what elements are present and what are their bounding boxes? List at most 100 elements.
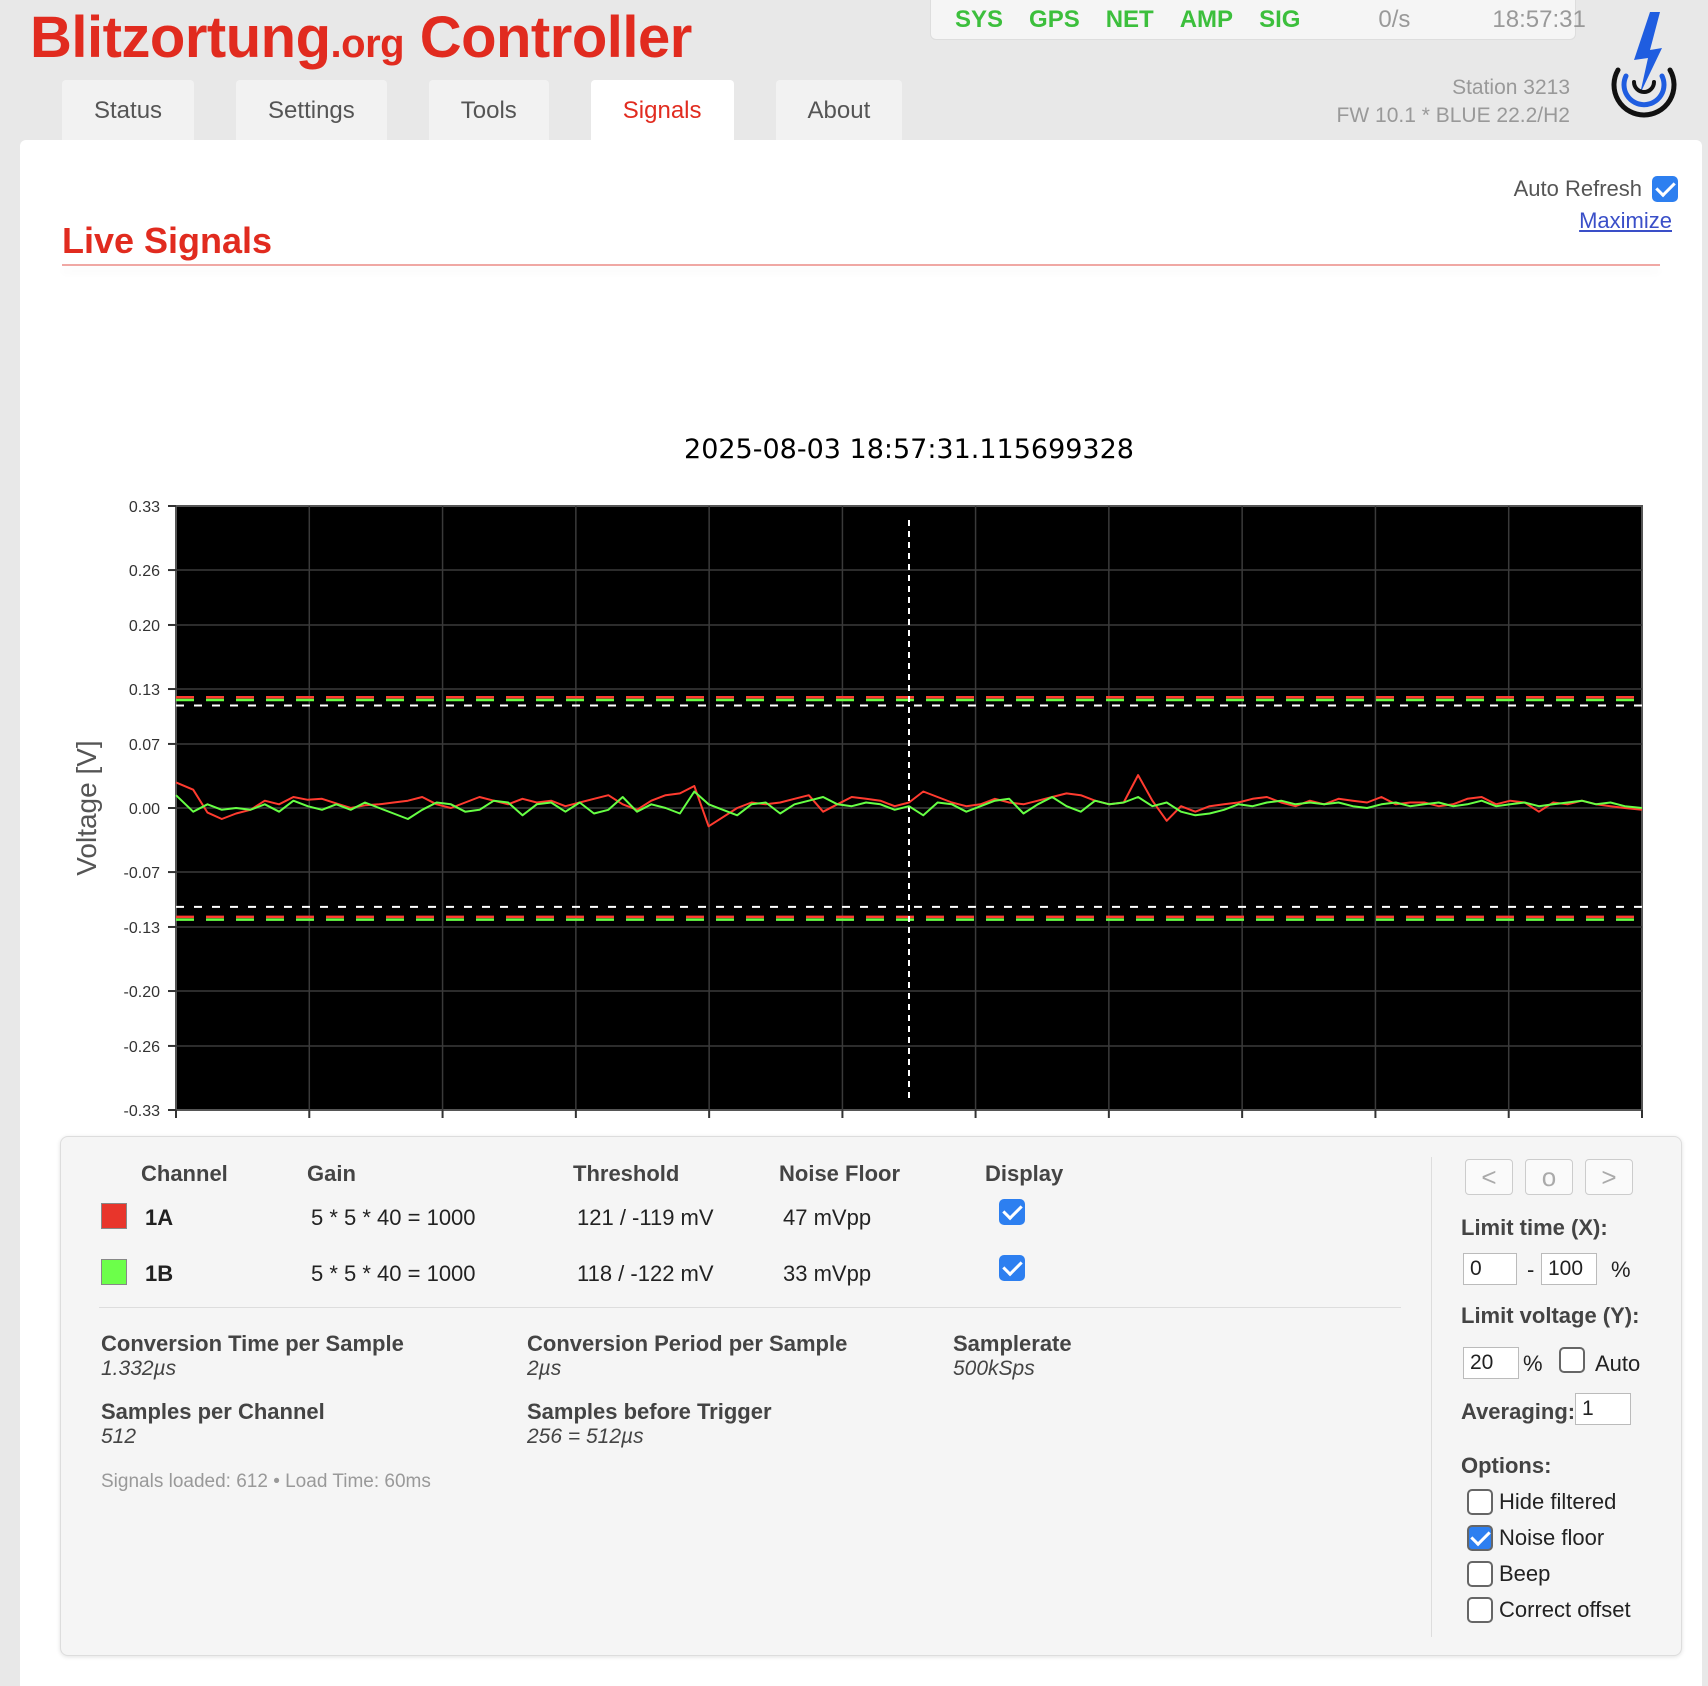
- tab-signals[interactable]: Signals: [590, 80, 734, 142]
- channel-1a-threshold: 121 / -119 mV: [577, 1205, 714, 1230]
- conv-period-label: Conversion Period per Sample: [527, 1331, 848, 1356]
- firmware-version: FW 10.1 * BLUE 22.2/H2: [1336, 104, 1570, 127]
- col-header-channel: Channel: [141, 1161, 228, 1186]
- samples-channel-label: Samples per Channel: [101, 1399, 325, 1424]
- next-signal-button[interactable]: >: [1585, 1159, 1633, 1195]
- conv-period-value: 2µs: [527, 1357, 562, 1380]
- brand-org: .org: [330, 22, 405, 66]
- y-tick-label: 0.07: [129, 737, 160, 754]
- y-tick-label: -0.33: [124, 1103, 161, 1120]
- channel-1b-gain: 5 * 5 * 40 = 1000: [311, 1261, 476, 1286]
- col-header-gain: Gain: [307, 1161, 356, 1186]
- tab-about[interactable]: About: [775, 80, 903, 142]
- tab-settings[interactable]: Settings: [236, 80, 387, 142]
- section-title: Live Signals: [62, 220, 273, 261]
- limit-time-label: Limit time (X):: [1461, 1215, 1608, 1240]
- beep-label: Beep: [1499, 1561, 1551, 1586]
- auto-voltage-checkbox[interactable]: [1559, 1347, 1585, 1373]
- maximize-link[interactable]: Maximize: [1579, 208, 1672, 234]
- noise-floor-checkbox[interactable]: [1467, 1525, 1493, 1551]
- option-correct-offset[interactable]: Correct offset: [1467, 1597, 1631, 1623]
- averaging-input[interactable]: [1575, 1393, 1631, 1425]
- status-bar: SYS GPS NET AMP SIG 0/s 18:57:31: [930, 0, 1586, 40]
- indicator-net: NET: [1105, 5, 1154, 33]
- option-beep[interactable]: Beep: [1467, 1561, 1550, 1587]
- section-divider: [62, 264, 1660, 266]
- main-tabs: Status Settings Tools Signals About: [62, 80, 944, 142]
- station-info: Station 3213 FW 10.1 * BLUE 22.2/H2: [1337, 74, 1570, 130]
- chart-title: 2025-08-03 18:57:31.115699328: [684, 434, 1134, 465]
- channel-1b-swatch: [101, 1259, 127, 1285]
- auto-refresh-label: Auto Refresh: [1513, 176, 1642, 201]
- y-tick-label: -0.20: [124, 984, 161, 1001]
- limit-time-dash: -: [1527, 1257, 1535, 1282]
- channel-card: Channel Gain Threshold Noise Floor Displ…: [60, 1136, 1682, 1656]
- auto-refresh-checkbox[interactable]: [1652, 176, 1678, 202]
- indicator-amp: AMP: [1179, 5, 1234, 33]
- load-footnote: Signals loaded: 612 • Load Time: 60ms: [101, 1471, 431, 1492]
- samplerate-label: Samplerate: [953, 1331, 1072, 1356]
- table-divider: [99, 1307, 1401, 1308]
- col-header-display: Display: [985, 1161, 1064, 1186]
- y-tick-label: 0.13: [129, 682, 160, 699]
- limit-voltage-input[interactable]: [1463, 1347, 1519, 1379]
- y-tick-label: -0.13: [124, 920, 161, 937]
- noise-floor-label: Noise floor: [1499, 1525, 1605, 1550]
- conv-time-value: 1.332µs: [101, 1357, 177, 1380]
- signal-rate: 0/s: [1378, 5, 1411, 33]
- col-header-noise-floor: Noise Floor: [779, 1161, 901, 1186]
- brand-main: Blitzortung: [30, 5, 331, 70]
- clock: 18:57:31: [1492, 5, 1586, 33]
- y-tick-label: 0.26: [129, 563, 160, 580]
- signal-chart-svg: 2025-08-03 18:57:31.115699328-512.0-418.…: [71, 434, 1662, 1204]
- y-axis-label: Voltage [V]: [71, 740, 102, 875]
- channel-1a-display-checkbox[interactable]: [999, 1199, 1025, 1225]
- channel-1b-threshold: 118 / -122 mV: [577, 1261, 714, 1286]
- auto-refresh: Auto Refresh: [1514, 176, 1678, 202]
- limit-voltage-label: Limit voltage (Y):: [1461, 1303, 1640, 1328]
- y-tick-label: -0.26: [124, 1039, 161, 1056]
- channel-1a-name: 1A: [145, 1205, 174, 1230]
- tab-status[interactable]: Status: [62, 80, 195, 142]
- indicator-gps: GPS: [1029, 5, 1080, 33]
- controls-divider: [1431, 1157, 1432, 1637]
- limit-time-unit: %: [1611, 1257, 1631, 1282]
- tab-tools[interactable]: Tools: [428, 80, 549, 142]
- averaging-label: Averaging:: [1461, 1399, 1576, 1424]
- samples-channel-value: 512: [101, 1425, 137, 1448]
- samples-trigger-value: 256 = 512µs: [527, 1425, 644, 1448]
- brand-title: Blitzortung.org Controller: [30, 4, 692, 71]
- limit-time-from-input[interactable]: [1463, 1253, 1517, 1285]
- channel-1b-name: 1B: [145, 1261, 174, 1286]
- options-label: Options:: [1461, 1453, 1552, 1478]
- y-tick-label: -0.07: [124, 865, 161, 882]
- hide-filtered-checkbox[interactable]: [1467, 1489, 1493, 1515]
- indicator-sig: SIG: [1259, 5, 1301, 33]
- channel-1a-noise: 47 mVpp: [783, 1205, 872, 1230]
- prev-signal-button[interactable]: <: [1465, 1159, 1513, 1195]
- limit-voltage-unit: %: [1523, 1351, 1543, 1376]
- brand-tail: Controller: [404, 5, 693, 70]
- indicator-sys: SYS: [955, 5, 1004, 33]
- samplerate-value: 500kSps: [953, 1357, 1035, 1380]
- reset-signal-button[interactable]: o: [1525, 1159, 1573, 1195]
- correct-offset-checkbox[interactable]: [1467, 1597, 1493, 1623]
- signal-chart: 2025-08-03 18:57:31.115699328-512.0-418.…: [20, 300, 1702, 1204]
- beep-checkbox[interactable]: [1467, 1561, 1493, 1587]
- y-tick-label: 0.00: [129, 801, 160, 818]
- conv-time-label: Conversion Time per Sample: [101, 1331, 404, 1356]
- y-tick-label: 0.20: [129, 618, 160, 635]
- channel-1b-display-checkbox[interactable]: [999, 1255, 1025, 1281]
- limit-time-to-input[interactable]: [1541, 1253, 1597, 1285]
- option-hide-filtered[interactable]: Hide filtered: [1467, 1489, 1616, 1515]
- option-noise-floor[interactable]: Noise floor: [1467, 1525, 1604, 1551]
- y-tick-label: 0.33: [129, 499, 160, 516]
- channel-1b-noise: 33 mVpp: [783, 1261, 872, 1286]
- channel-1a-swatch: [101, 1203, 127, 1229]
- hide-filtered-label: Hide filtered: [1499, 1489, 1617, 1514]
- auto-voltage-label: Auto: [1595, 1351, 1641, 1376]
- channel-1a-gain: 5 * 5 * 40 = 1000: [311, 1205, 476, 1230]
- samples-trigger-label: Samples before Trigger: [527, 1399, 772, 1424]
- lightning-logo-icon: [1611, 12, 1677, 118]
- col-header-threshold: Threshold: [573, 1161, 680, 1186]
